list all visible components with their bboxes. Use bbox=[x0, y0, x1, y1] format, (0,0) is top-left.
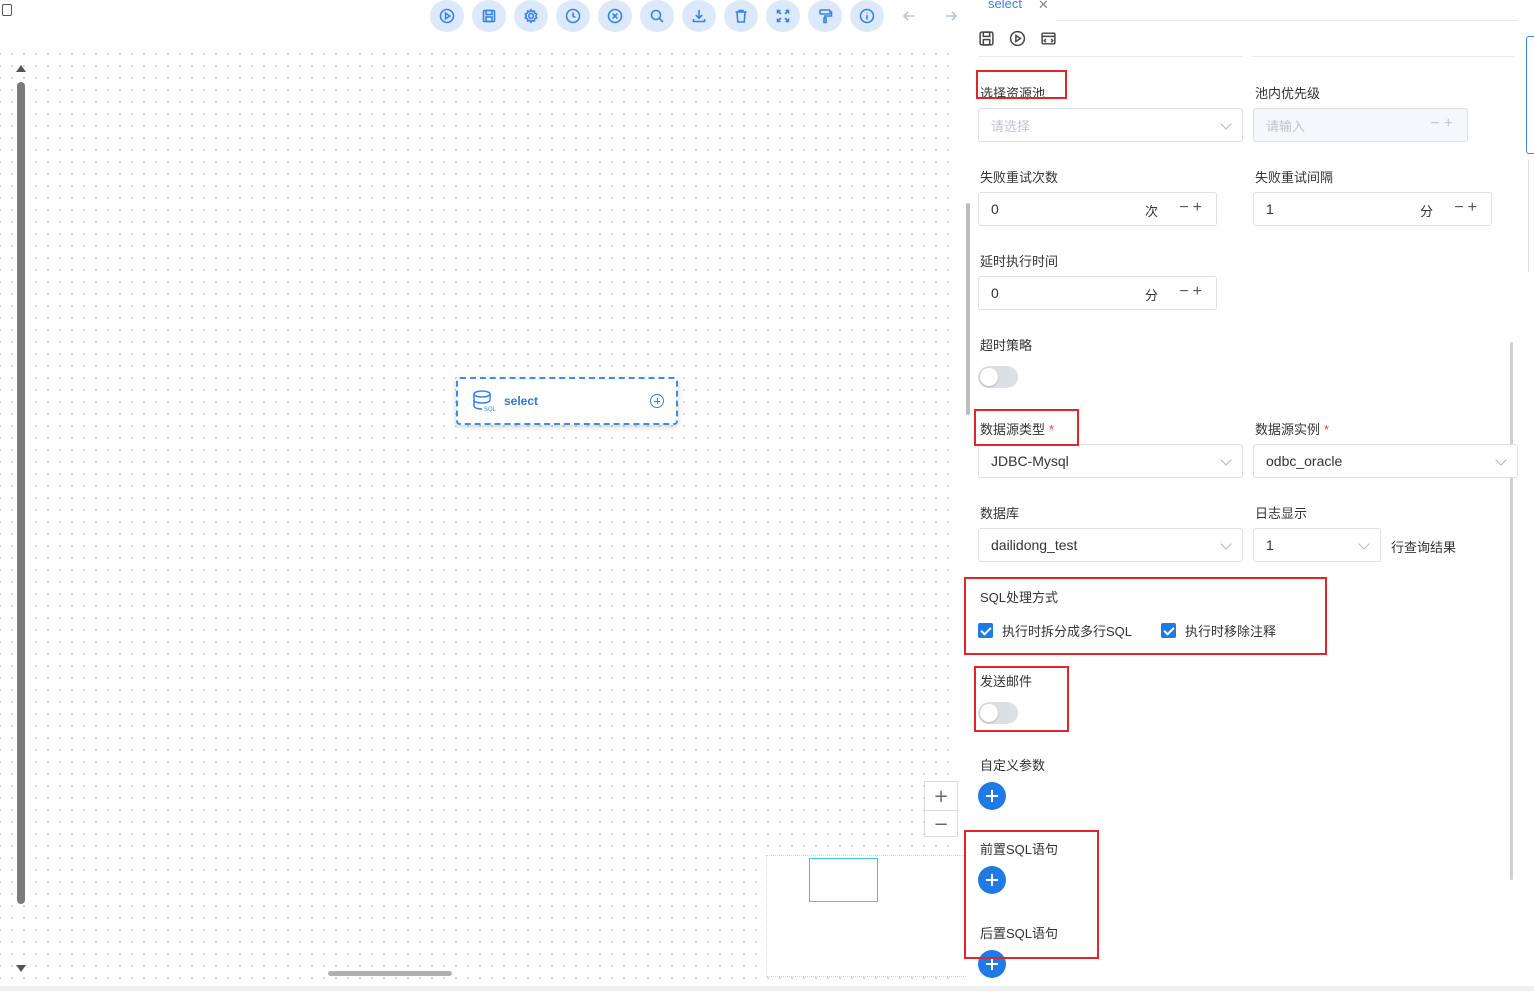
delay-time-unit: 分 bbox=[1144, 288, 1158, 303]
section-divider bbox=[1252, 56, 1514, 57]
highlight-datasource-type bbox=[974, 409, 1079, 446]
timeout-strategy-label: 超时策略 bbox=[980, 338, 1033, 353]
form-scrollbar[interactable] bbox=[1510, 342, 1513, 880]
zoom-out-button[interactable]: − bbox=[925, 810, 957, 838]
log-display-suffix: 行查询结果 bbox=[1391, 540, 1457, 555]
code-preview-icon[interactable] bbox=[1040, 30, 1057, 47]
stepper-buttons[interactable]: −+ bbox=[1179, 283, 1206, 301]
timeout-strategy-toggle[interactable] bbox=[978, 366, 1018, 388]
retry-interval-stepper[interactable]: 1 分 −+ bbox=[1253, 192, 1492, 226]
side-drawer-edge bbox=[1526, 36, 1534, 154]
resource-pool-select[interactable]: 请选择 bbox=[978, 108, 1243, 142]
retry-interval-label: 失败重试间隔 bbox=[1255, 170, 1334, 185]
download-icon[interactable] bbox=[682, 0, 716, 32]
chevron-down-icon bbox=[1220, 454, 1232, 466]
datasource-type-select[interactable]: JDBC-Mysql bbox=[978, 444, 1243, 478]
run-icon[interactable] bbox=[430, 0, 464, 32]
retry-times-stepper[interactable]: 0 次 −+ bbox=[978, 192, 1217, 226]
pool-priority-label: 池内优先级 bbox=[1255, 86, 1321, 101]
play-icon[interactable] bbox=[1009, 30, 1026, 47]
retry-interval-unit: 分 bbox=[1419, 204, 1433, 219]
scroll-down-arrow-icon[interactable] bbox=[16, 965, 26, 972]
format-painter-icon[interactable] bbox=[808, 0, 842, 32]
datasource-instance-label: 数据源实例 * bbox=[1255, 419, 1329, 438]
highlight-pre-post-sql bbox=[964, 830, 1099, 959]
datasource-instance-text: 数据源实例 bbox=[1255, 422, 1321, 437]
pool-priority-placeholder: 请输入 bbox=[1266, 118, 1306, 134]
save-icon[interactable] bbox=[978, 30, 995, 47]
section-divider bbox=[978, 56, 1242, 57]
stepper-buttons[interactable]: −+ bbox=[1430, 115, 1457, 133]
clock-icon[interactable] bbox=[556, 0, 590, 32]
canvas-horizontal-scrollbar[interactable] bbox=[328, 971, 452, 976]
minimap-viewport[interactable] bbox=[809, 858, 878, 902]
close-icon[interactable]: ✕ bbox=[1038, 0, 1049, 13]
canvas-toolbar bbox=[430, 0, 968, 34]
close-circle-icon[interactable] bbox=[598, 0, 632, 32]
add-custom-param-button[interactable] bbox=[978, 782, 1006, 810]
log-display-select[interactable]: 1 bbox=[1253, 528, 1381, 562]
stepper-buttons[interactable]: −+ bbox=[1179, 199, 1206, 217]
delay-time-label: 延时执行时间 bbox=[980, 254, 1059, 269]
delay-time-value: 0 bbox=[991, 285, 999, 301]
datasource-instance-value: odbc_oracle bbox=[1266, 453, 1343, 469]
database-sql-icon: SQL bbox=[472, 389, 497, 413]
retry-times-value: 0 bbox=[991, 201, 999, 217]
zoom-controls: + − bbox=[924, 781, 958, 837]
retry-interval-value: 1 bbox=[1266, 201, 1274, 217]
workflow-node-select[interactable]: SQL select bbox=[456, 377, 678, 425]
database-value: dailidong_test bbox=[991, 537, 1078, 553]
trash-icon[interactable] bbox=[724, 0, 758, 32]
back-arrow-icon[interactable] bbox=[892, 0, 926, 32]
settings-icon[interactable] bbox=[514, 0, 548, 32]
workflow-canvas[interactable]: SQL select + − bbox=[0, 0, 968, 991]
highlight-send-email bbox=[974, 666, 1069, 732]
stepper-buttons[interactable]: −+ bbox=[1454, 199, 1481, 217]
database-label: 数据库 bbox=[980, 506, 1020, 521]
scroll-up-arrow-icon[interactable] bbox=[16, 65, 26, 72]
highlight-resource-pool bbox=[976, 70, 1067, 99]
side-drawer-edge bbox=[1528, 160, 1534, 272]
retry-times-unit: 次 bbox=[1144, 204, 1158, 219]
svg-text:SQL: SQL bbox=[484, 407, 496, 413]
forward-arrow-icon[interactable] bbox=[934, 0, 968, 32]
resource-pool-placeholder: 请选择 bbox=[991, 118, 1031, 134]
panel-toolbar bbox=[978, 30, 1057, 47]
custom-params-label: 自定义参数 bbox=[980, 758, 1046, 773]
zoom-in-button[interactable]: + bbox=[925, 782, 957, 810]
chevron-down-icon bbox=[1220, 118, 1232, 130]
highlight-sql-mode bbox=[964, 577, 1327, 655]
canvas-minimap[interactable] bbox=[766, 855, 968, 977]
retry-times-label: 失败重试次数 bbox=[980, 170, 1059, 185]
add-node-icon[interactable] bbox=[650, 394, 664, 408]
task-properties-panel: select ✕ 选择资源池 请选择 池内优先级 请输入 −+ 失败重试次数 0… bbox=[964, 0, 1526, 991]
log-display-label: 日志显示 bbox=[1255, 506, 1308, 521]
database-select[interactable]: dailidong_test bbox=[978, 528, 1243, 562]
chevron-down-icon bbox=[1495, 454, 1507, 466]
required-mark: * bbox=[1324, 422, 1330, 437]
scrollbar-thumb[interactable] bbox=[17, 82, 25, 904]
copy-icon[interactable] bbox=[2, 4, 12, 16]
chevron-down-icon bbox=[1358, 538, 1370, 550]
save-icon[interactable] bbox=[472, 0, 506, 32]
bottom-bar bbox=[0, 986, 1534, 991]
info-icon[interactable] bbox=[850, 0, 884, 32]
panel-scrollbar[interactable] bbox=[966, 203, 970, 415]
pool-priority-input[interactable]: 请输入 −+ bbox=[1253, 108, 1468, 142]
search-icon[interactable] bbox=[640, 0, 674, 32]
datasource-type-value: JDBC-Mysql bbox=[991, 453, 1069, 469]
datasource-instance-select[interactable]: odbc_oracle bbox=[1253, 444, 1518, 478]
delay-time-stepper[interactable]: 0 分 −+ bbox=[978, 276, 1217, 310]
chevron-down-icon bbox=[1220, 538, 1232, 550]
log-display-value: 1 bbox=[1266, 537, 1274, 553]
node-label: select bbox=[504, 394, 539, 408]
panel-tab-select[interactable]: select bbox=[988, 0, 1022, 11]
canvas-vertical-scrollbar[interactable] bbox=[16, 60, 26, 972]
fit-view-icon[interactable] bbox=[766, 0, 800, 32]
tab-divider bbox=[1056, 20, 1518, 21]
